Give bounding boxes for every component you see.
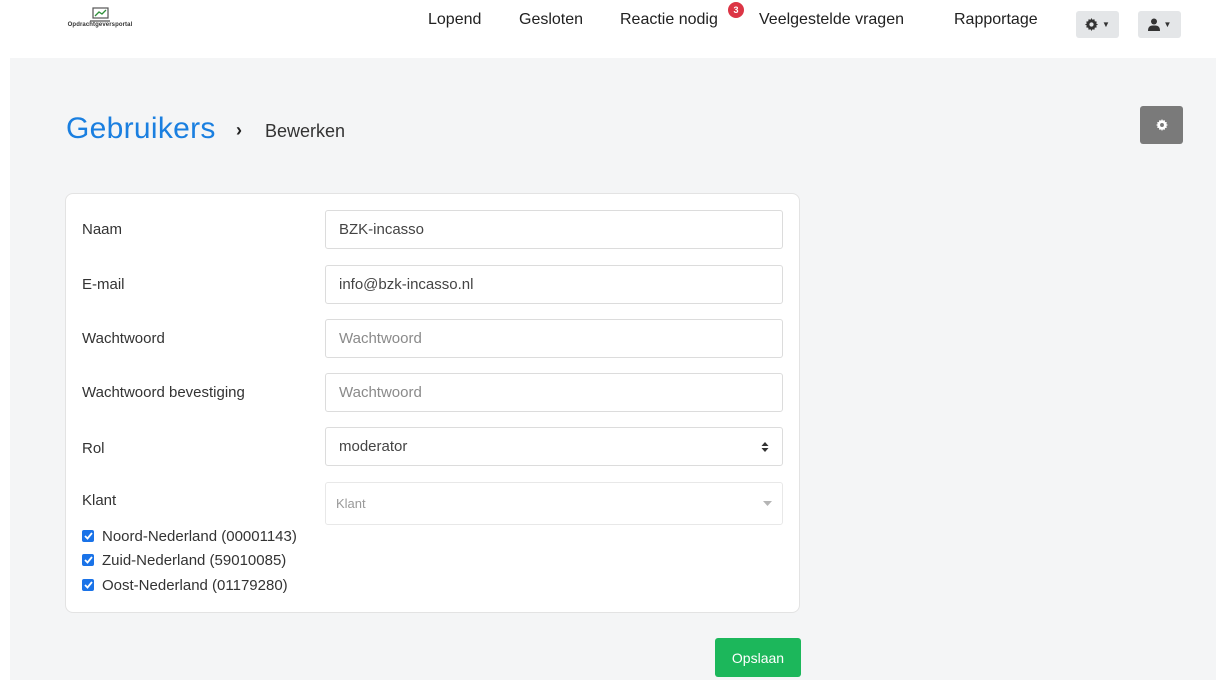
page-settings-button[interactable] (1140, 106, 1183, 144)
email-label: E-mail (82, 276, 125, 293)
klant-option-zuid[interactable]: Zuid-Nederland (59010085) (82, 551, 286, 569)
gear-icon (1155, 119, 1168, 131)
check-icon (83, 581, 93, 589)
chevron-down-icon: ▼ (1102, 19, 1110, 29)
logo-icon (90, 7, 110, 22)
naam-label: Naam (82, 221, 123, 238)
klant-option-label: Zuid-Nederland (59010085) (102, 551, 287, 569)
klant-label: Klant (82, 492, 117, 509)
breadcrumb-separator: › (236, 120, 242, 140)
klant-option-label: Oost-Nederland (01179280) (102, 576, 288, 594)
user-menu-button[interactable]: ▼ (1138, 11, 1181, 38)
klant-option-oost[interactable]: Oost-Nederland (01179280) (82, 576, 288, 594)
email-input[interactable] (325, 265, 783, 304)
klant-multiselect[interactable]: Klant (325, 482, 783, 525)
rol-select-value: moderator (339, 438, 408, 455)
checkbox-checked[interactable] (82, 579, 94, 591)
nav-link-gesloten[interactable]: Gesloten (519, 11, 583, 29)
sort-arrows-icon (761, 441, 769, 452)
checkbox-checked[interactable] (82, 530, 94, 542)
top-navbar: Opdrachtgeversportal Lopend Gesloten Rea… (0, 0, 1216, 45)
rol-label: Rol (82, 440, 105, 457)
breadcrumb-parent[interactable]: Gebruikers (66, 112, 216, 146)
klant-option-label: Noord-Nederland (00001143) (102, 527, 297, 545)
brand-logo[interactable]: Opdrachtgeversportal (55, 7, 145, 37)
brand-name: Opdrachtgeversportal (67, 22, 133, 28)
rol-select[interactable]: moderator (325, 427, 783, 466)
wachtwoord-label: Wachtwoord (82, 330, 165, 347)
gear-icon (1085, 18, 1099, 31)
settings-menu-button[interactable]: ▼ (1076, 11, 1119, 38)
wachtwoord-input[interactable] (325, 319, 783, 358)
chevron-down-icon (763, 500, 772, 506)
nav-link-rapportage[interactable]: Rapportage (954, 11, 1038, 29)
nav-link-reactie-nodig[interactable]: Reactie nodig (620, 11, 718, 29)
check-icon (83, 556, 93, 564)
chevron-down-icon: ▼ (1163, 19, 1172, 29)
naam-input[interactable] (325, 210, 783, 249)
nav-link-veelgestelde-vragen[interactable]: Veelgestelde vragen (759, 11, 904, 29)
user-icon (1147, 18, 1160, 31)
klant-placeholder: Klant (336, 496, 366, 511)
nav-link-lopend[interactable]: Lopend (428, 11, 481, 29)
notification-badge: 3 (728, 2, 744, 18)
save-button[interactable]: Opslaan (715, 638, 801, 677)
wachtwoord-bevestiging-input[interactable] (325, 373, 783, 412)
wachtwoord-bevestiging-label: Wachtwoord bevestiging (82, 384, 245, 401)
check-icon (83, 532, 93, 540)
checkbox-checked[interactable] (82, 554, 94, 566)
breadcrumb-current: Bewerken (265, 121, 346, 141)
klant-option-noord[interactable]: Noord-Nederland (00001143) (82, 527, 297, 545)
